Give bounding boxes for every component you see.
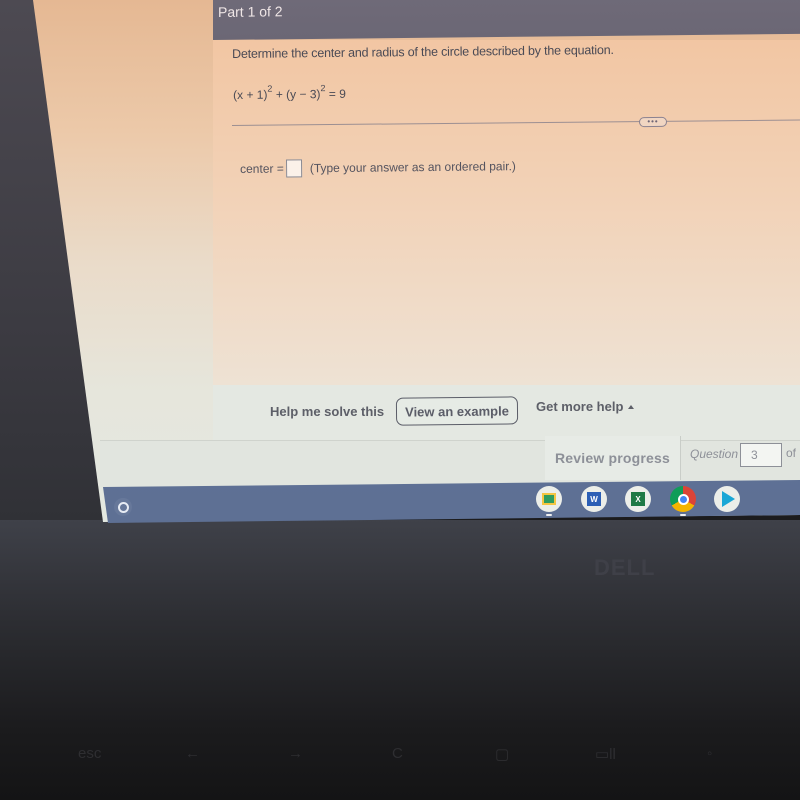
equation-term-x: (x + 1): [233, 87, 268, 102]
play-store-icon: [722, 491, 735, 507]
key-back[interactable]: ←: [185, 745, 200, 762]
caret-up-icon: [628, 404, 635, 409]
shelf-app-play-store[interactable]: [714, 486, 740, 512]
running-indicator: [680, 514, 686, 516]
key-refresh[interactable]: C: [392, 745, 403, 762]
key-brightness[interactable]: ◦: [707, 745, 712, 762]
part-header: Part 1 of 2: [213, 0, 800, 40]
equation-rhs: = 9: [325, 86, 346, 102]
launcher-button[interactable]: [114, 498, 132, 516]
answer-hint: (Type your answer as an ordered pair.): [309, 159, 516, 176]
get-more-help-label: Get more help: [536, 399, 624, 414]
expand-more-button[interactable]: •••: [638, 116, 668, 128]
key-overview[interactable]: ▭ll: [595, 745, 616, 763]
word-icon: W: [587, 492, 601, 506]
circle-equation: (x + 1)2 + (y − 3)2 = 9: [233, 83, 346, 102]
key-forward[interactable]: →: [288, 745, 303, 762]
shelf-app-classroom[interactable]: [536, 486, 562, 512]
key-fullscreen[interactable]: ▢: [495, 745, 509, 763]
running-indicator: [546, 514, 552, 516]
excel-icon: X: [631, 492, 645, 506]
chrome-icon: [670, 486, 696, 512]
equation-plus: +: [272, 87, 287, 102]
classroom-icon: [542, 493, 556, 505]
view-example-button[interactable]: View an example: [395, 396, 519, 426]
equation-exponent: 2: [267, 83, 273, 94]
help-me-solve-link[interactable]: Help me solve this: [270, 404, 384, 419]
shelf-app-word[interactable]: W: [581, 486, 607, 512]
key-esc[interactable]: esc: [78, 745, 101, 762]
part-label: Part 1 of 2: [218, 3, 283, 20]
review-progress-button[interactable]: Review progress: [545, 436, 681, 480]
launcher-circle-icon: [117, 501, 129, 513]
shelf-app-excel[interactable]: X: [625, 486, 651, 512]
question-number-input[interactable]: 3: [740, 443, 782, 467]
question-label: Question: [690, 447, 739, 461]
equation-term-y: (y − 3): [286, 87, 321, 102]
answer-row: center = (Type your answer as an ordered…: [240, 157, 516, 178]
brand-logo: DELL: [594, 555, 656, 580]
center-answer-input[interactable]: [285, 159, 302, 178]
center-label: center =: [240, 161, 284, 176]
shelf-app-chrome[interactable]: [670, 486, 696, 512]
get-more-help-link[interactable]: Get more help: [536, 399, 635, 414]
of-label: of: [786, 446, 797, 460]
chrome-center: [677, 493, 689, 505]
equation-exponent: 2: [320, 83, 326, 94]
